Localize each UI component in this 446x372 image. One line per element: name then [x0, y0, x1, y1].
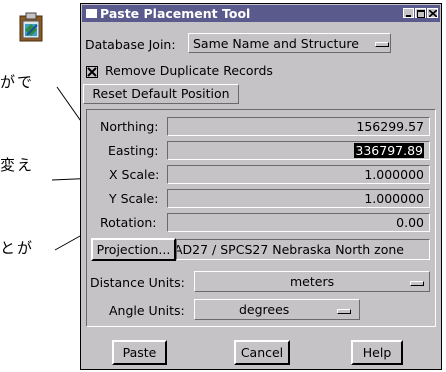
distance-units-select[interactable]: meters — [194, 271, 430, 292]
x-scale-field[interactable]: 1.000000 — [167, 165, 430, 184]
help-button-label: Help — [362, 345, 392, 360]
y-scale-value: 1.000000 — [364, 191, 424, 206]
option-menu-indicator-icon — [410, 281, 424, 286]
angle-units-value: degrees — [239, 302, 290, 317]
cancel-button[interactable]: Cancel — [234, 340, 290, 365]
close-icon[interactable] — [427, 8, 438, 18]
x-scale-value: 1.000000 — [364, 167, 424, 182]
minimize-icon[interactable] — [403, 8, 414, 18]
paste-button-label: Paste — [122, 345, 157, 360]
northing-field[interactable]: 156299.57 — [167, 117, 430, 136]
title-bar[interactable]: Paste Placement Tool — [82, 5, 440, 22]
database-join-label: Database Join: — [85, 37, 176, 52]
cancel-button-label: Cancel — [240, 345, 284, 360]
help-button[interactable]: Help — [351, 340, 403, 365]
rotation-value: 0.00 — [396, 215, 424, 230]
angle-units-label: Angle Units: — [109, 303, 185, 318]
database-join-select[interactable]: Same Name and Structure — [188, 33, 391, 53]
projection-button-label: Projection... — [96, 242, 171, 257]
paste-placement-dialog: Paste Placement Tool Database Join: Same… — [80, 3, 442, 370]
northing-label: Northing: — [100, 119, 159, 134]
distance-units-label: Distance Units: — [90, 275, 185, 290]
x-scale-label: X Scale: — [109, 167, 160, 182]
window-menu-icon[interactable] — [86, 9, 97, 18]
reset-default-position-label: Reset Default Position — [92, 86, 230, 101]
y-scale-label: Y Scale: — [109, 191, 159, 206]
northing-value: 156299.57 — [356, 119, 424, 134]
projection-button[interactable]: Projection... — [91, 238, 176, 261]
rotation-label: Rotation: — [100, 215, 157, 230]
y-scale-field[interactable]: 1.000000 — [167, 189, 430, 208]
window-title: Paste Placement Tool — [100, 6, 251, 21]
easting-field[interactable]: 336797.89 — [167, 141, 430, 160]
remove-duplicates-label: Remove Duplicate Records — [105, 63, 273, 78]
easting-value: 336797.89 — [354, 143, 424, 158]
paste-button[interactable]: Paste — [112, 340, 167, 365]
projection-value: AD27 / SPCS27 Nebraska North zone — [176, 242, 404, 257]
distance-units-value: meters — [290, 274, 335, 289]
maximize-icon[interactable] — [415, 8, 426, 18]
angle-units-select[interactable]: degrees — [194, 299, 360, 320]
remove-duplicates-checkbox[interactable] — [86, 66, 98, 78]
rotation-field[interactable]: 0.00 — [167, 213, 430, 232]
option-menu-indicator-icon — [375, 42, 389, 47]
easting-label: Easting: — [108, 143, 159, 158]
option-menu-indicator-icon — [337, 309, 351, 314]
projection-field[interactable]: AD27 / SPCS27 Nebraska North zone — [176, 239, 430, 260]
reset-default-position-button[interactable]: Reset Default Position — [83, 84, 239, 104]
database-join-value: Same Name and Structure — [193, 36, 359, 51]
